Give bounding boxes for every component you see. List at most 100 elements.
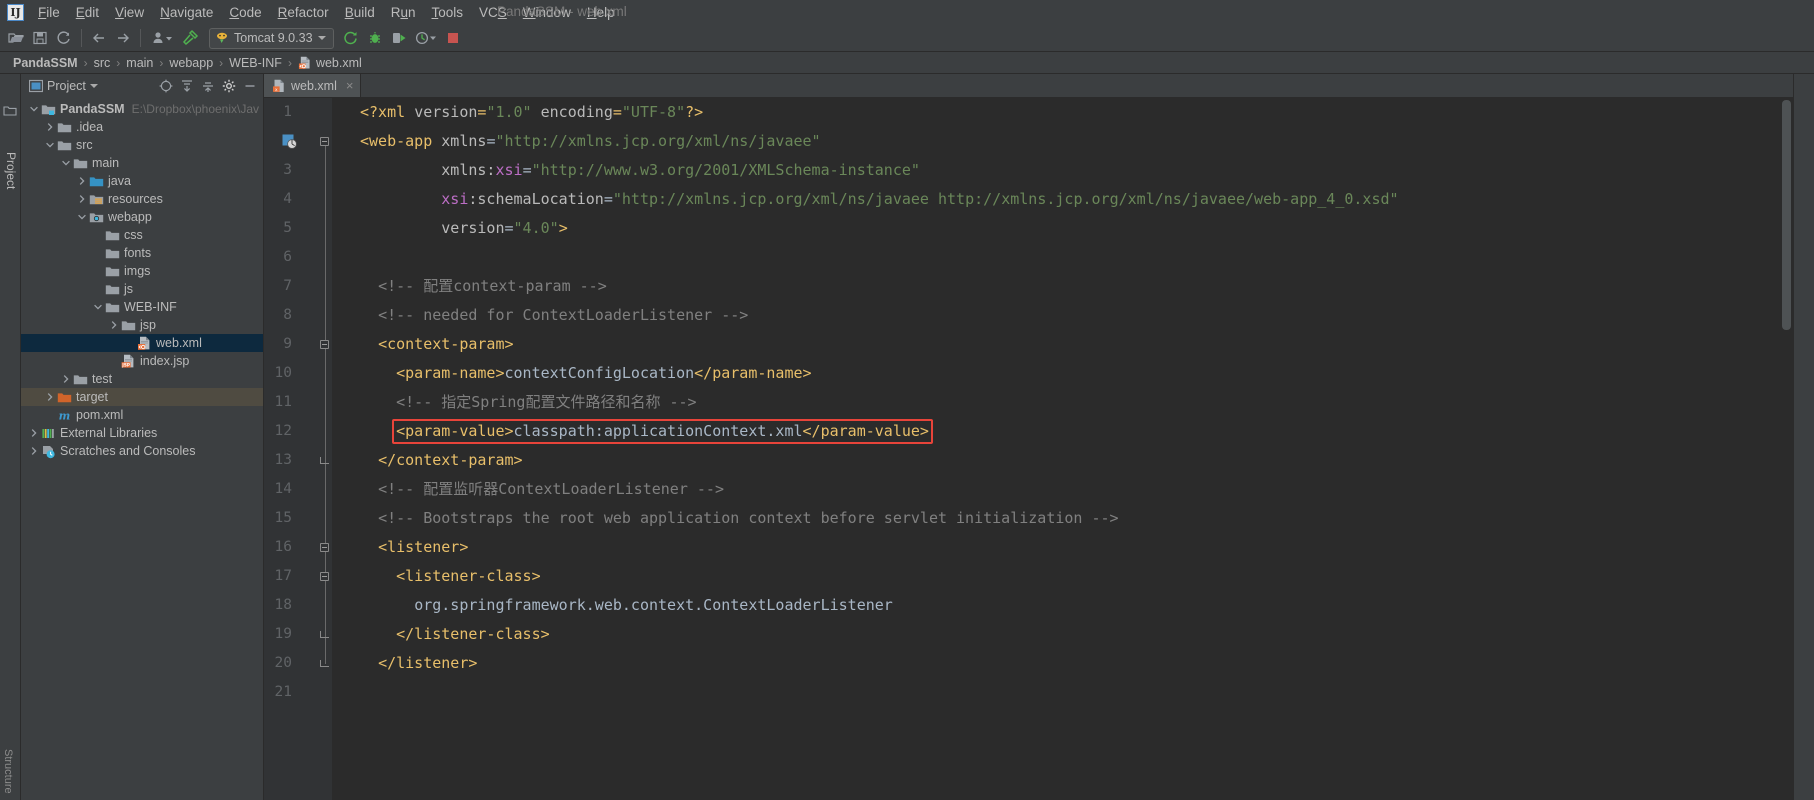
- arrow-forward-icon[interactable]: [112, 27, 134, 49]
- save-icon[interactable]: [29, 27, 51, 49]
- fold-collapse-icon[interactable]: [319, 127, 330, 156]
- chevron-down-icon[interactable]: [75, 212, 88, 222]
- fold-collapse-icon[interactable]: [319, 562, 330, 591]
- breadcrumb-item-webapp[interactable]: webapp: [164, 55, 218, 71]
- breadcrumb-item-web-inf[interactable]: WEB-INF: [224, 55, 287, 71]
- code-line[interactable]: <context-param>: [332, 330, 1780, 359]
- open-folder-icon[interactable]: [5, 27, 27, 49]
- hide-panel-icon[interactable]: [240, 77, 259, 96]
- chevron-right-icon[interactable]: [27, 428, 40, 438]
- fold-region-end-icon[interactable]: [319, 649, 330, 678]
- fold-collapse-icon[interactable]: [319, 533, 330, 562]
- chevron-down-icon[interactable]: [89, 84, 98, 88]
- chevron-right-icon[interactable]: [107, 320, 120, 330]
- tree-item-css[interactable]: css: [21, 226, 263, 244]
- code-line[interactable]: xsi:schemaLocation="http://xmlns.jcp.org…: [332, 185, 1780, 214]
- breadcrumb-item-main[interactable]: main: [121, 55, 158, 71]
- run-configuration-selector[interactable]: Tomcat 9.0.33: [209, 27, 334, 49]
- code-line[interactable]: version="4.0">: [332, 214, 1780, 243]
- editor-tab-webxml[interactable]: x web.xml ×: [264, 74, 362, 97]
- menu-tools[interactable]: Tools: [424, 2, 472, 23]
- tree-item-fonts[interactable]: fonts: [21, 244, 263, 262]
- scroll-from-source-icon[interactable]: [156, 77, 175, 96]
- menu-view[interactable]: View: [107, 2, 152, 23]
- code-line[interactable]: <listener>: [332, 533, 1780, 562]
- chevron-down-icon[interactable]: [27, 104, 40, 114]
- hammer-build-icon[interactable]: [179, 27, 201, 49]
- code-line[interactable]: </listener>: [332, 649, 1780, 678]
- chevron-right-icon[interactable]: [75, 194, 88, 204]
- menu-run[interactable]: Run: [383, 2, 424, 23]
- code-line[interactable]: </context-param>: [332, 446, 1780, 475]
- tree-item-target[interactable]: target: [21, 388, 263, 406]
- code-line[interactable]: org.springframework.web.context.ContextL…: [332, 591, 1780, 620]
- run-with-coverage-icon[interactable]: [388, 27, 410, 49]
- expand-all-icon[interactable]: [198, 77, 217, 96]
- tree-item-resources[interactable]: resources: [21, 190, 263, 208]
- settings-gear-icon[interactable]: [219, 77, 238, 96]
- code-line[interactable]: xmlns:xsi="http://www.w3.org/2001/XMLSch…: [332, 156, 1780, 185]
- tree-item-web-xml[interactable]: web.xml: [21, 334, 263, 352]
- code-line[interactable]: <!-- 配置监听器ContextLoaderListener -->: [332, 475, 1780, 504]
- tree-item--idea[interactable]: .idea: [21, 118, 263, 136]
- code-line[interactable]: <web-app xmlns="http://xmlns.jcp.org/xml…: [332, 127, 1780, 156]
- code-line[interactable]: <!-- needed for ContextLoaderListener --…: [332, 301, 1780, 330]
- menu-build[interactable]: Build: [337, 2, 383, 23]
- code-line[interactable]: <!-- Bootstraps the root web application…: [332, 504, 1780, 533]
- chevron-down-icon[interactable]: [91, 302, 104, 312]
- favorites-icon[interactable]: [3, 104, 17, 118]
- code-line[interactable]: <?xml version="1.0" encoding="UTF-8"?>: [332, 98, 1780, 127]
- tool-window-tab-project[interactable]: Project: [2, 148, 20, 193]
- scrollbar-thumb[interactable]: [1782, 100, 1791, 330]
- chevron-right-icon[interactable]: [27, 446, 40, 456]
- code-line[interactable]: [332, 243, 1780, 272]
- chevron-down-icon[interactable]: [43, 140, 56, 150]
- code-content[interactable]: <?xml version="1.0" encoding="UTF-8"?> <w…: [332, 98, 1780, 800]
- code-line[interactable]: <param-value>classpath:applicationContex…: [332, 417, 1780, 446]
- arrow-back-icon[interactable]: [88, 27, 110, 49]
- chevron-right-icon[interactable]: [75, 176, 88, 186]
- sync-icon[interactable]: [53, 27, 75, 49]
- chevron-right-icon[interactable]: [43, 392, 56, 402]
- tree-item-js[interactable]: js: [21, 280, 263, 298]
- user-profile-icon[interactable]: [147, 27, 177, 49]
- menu-file[interactable]: File: [30, 2, 68, 23]
- code-line[interactable]: <!-- 配置context-param -->: [332, 272, 1780, 301]
- tree-item-test[interactable]: test: [21, 370, 263, 388]
- code-line[interactable]: <param-name>contextConfigLocation</param…: [332, 359, 1780, 388]
- tree-item-jsp[interactable]: jsp: [21, 316, 263, 334]
- project-tree[interactable]: PandaSSM E:\Dropbox\phoenix\JavaPro .idea s…: [21, 98, 263, 800]
- breadcrumb-item-web-xml[interactable]: web.xml: [293, 55, 367, 71]
- breadcrumb-item-src[interactable]: src: [89, 55, 116, 71]
- chevron-right-icon[interactable]: [59, 374, 72, 384]
- breadcrumb-item-pandassm[interactable]: PandaSSM: [8, 55, 83, 71]
- tree-item-webapp[interactable]: webapp: [21, 208, 263, 226]
- code-line[interactable]: <listener-class>: [332, 562, 1780, 591]
- collapse-all-icon[interactable]: [177, 77, 196, 96]
- tree-item-scratches-and-consoles[interactable]: Scratches and Consoles: [21, 442, 263, 460]
- menu-code[interactable]: Code: [221, 2, 269, 23]
- web-deployment-descriptor-icon[interactable]: [282, 127, 297, 156]
- chevron-down-icon[interactable]: [59, 158, 72, 168]
- tree-item-src[interactable]: src: [21, 136, 263, 154]
- code-line[interactable]: </listener-class>: [332, 620, 1780, 649]
- fold-region-end-icon[interactable]: [319, 446, 330, 475]
- editor-gutter[interactable]: 123456789101112131415161718192021: [264, 98, 332, 800]
- editor-scrollbar[interactable]: [1780, 98, 1793, 800]
- tree-item-index-jsp[interactable]: JSP index.jsp: [21, 352, 263, 370]
- close-icon[interactable]: ×: [346, 78, 354, 93]
- profiler-icon[interactable]: [412, 27, 440, 49]
- chevron-down-icon[interactable]: [317, 36, 326, 40]
- code-line[interactable]: <!-- 指定Spring配置文件路径和名称 -->: [332, 388, 1780, 417]
- tree-item-web-inf[interactable]: WEB-INF: [21, 298, 263, 316]
- debug-bug-icon[interactable]: [364, 27, 386, 49]
- menu-navigate[interactable]: Navigate: [152, 2, 221, 23]
- tree-item-pom-xml[interactable]: m pom.xml: [21, 406, 263, 424]
- tool-window-tab-structure[interactable]: Structure: [2, 749, 14, 794]
- tree-item-main[interactable]: main: [21, 154, 263, 172]
- menu-refactor[interactable]: Refactor: [270, 2, 337, 23]
- tree-item-pandassm[interactable]: PandaSSM E:\Dropbox\phoenix\JavaPro: [21, 100, 263, 118]
- fold-collapse-icon[interactable]: [319, 330, 330, 359]
- tree-item-java[interactable]: java: [21, 172, 263, 190]
- menu-edit[interactable]: Edit: [68, 2, 107, 23]
